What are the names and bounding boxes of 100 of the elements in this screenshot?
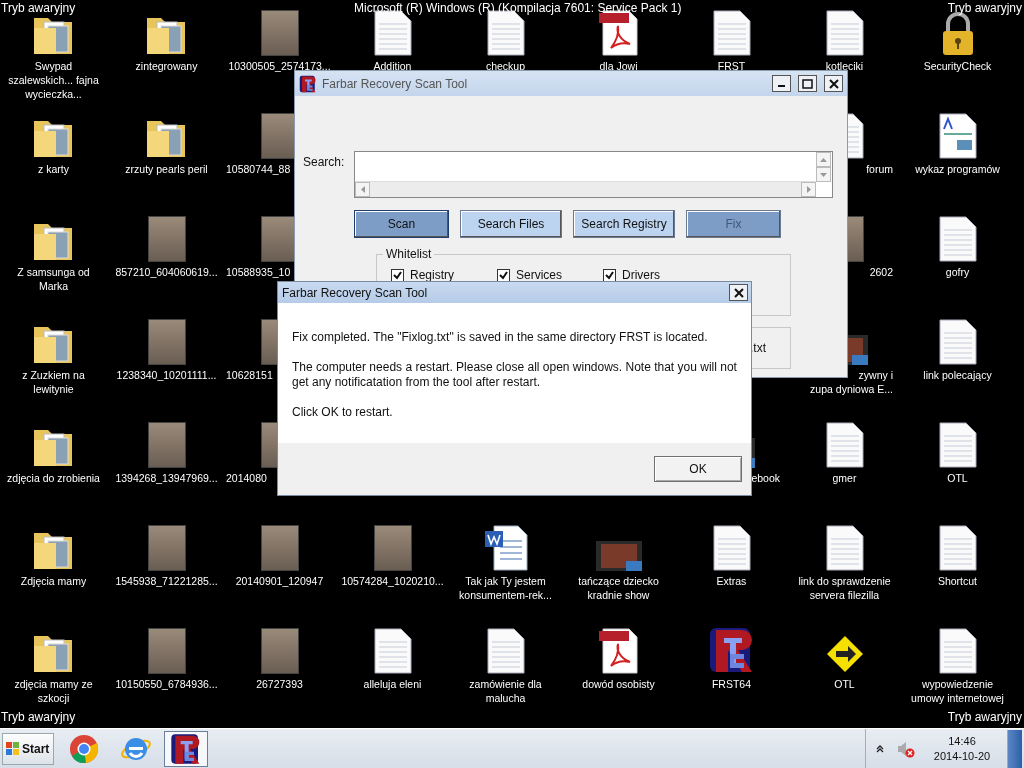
action-button[interactable]: Scan xyxy=(354,210,449,238)
icon-label: 2014080 xyxy=(226,471,267,485)
icon-label: zywny i zupa dyniowa E... xyxy=(810,368,893,396)
photo-placeholder[interactable] xyxy=(260,628,299,674)
text-file-icon[interactable] xyxy=(938,319,977,365)
icon-label: Shortcut xyxy=(936,574,979,588)
icon-label: alleluja eleni xyxy=(362,677,423,691)
action-button[interactable]: Search Files xyxy=(460,210,562,238)
icon-label: tańczące dziecko kradnie show xyxy=(577,574,660,602)
icon-label: z Zuzkiem na lewitynie xyxy=(21,368,86,396)
icon-label: zdjęcia do zrobienia xyxy=(6,471,101,485)
dialog-message: Fix completed. The "Fixlog.txt" is saved in the same directory FRST is located. xyxy=(292,330,709,345)
icon-label: dowód osobisty xyxy=(581,677,656,691)
word-document-icon[interactable] xyxy=(483,525,528,571)
icon-label: Z samsunga od Marka xyxy=(16,265,91,293)
document-icon[interactable] xyxy=(938,113,977,159)
icon-label: SecurityCheck xyxy=(922,59,993,73)
action-button[interactable]: Search Registry xyxy=(573,210,675,238)
video-thumbnail-icon[interactable] xyxy=(595,541,642,571)
icon-label: Tak jak Ty jestem konsumentem-rek... xyxy=(458,574,553,602)
icon-label: zintegrowany xyxy=(134,59,199,73)
icon-label: 10580744_88 xyxy=(226,162,291,176)
close-icon xyxy=(733,287,744,298)
safe-mode-label: Tryb awaryjny xyxy=(947,710,1022,724)
icon-label: 26727393 xyxy=(255,677,304,691)
search-field[interactable] xyxy=(354,151,833,198)
taskbar-app-button[interactable] xyxy=(164,730,208,767)
photo-placeholder[interactable] xyxy=(260,525,299,571)
icon-label: FRST xyxy=(716,59,747,73)
minimize-button[interactable] xyxy=(772,75,791,92)
icon-label: Swypad szalewskich... fajna wycieczka... xyxy=(7,59,100,101)
icon-label: kotleciki xyxy=(824,59,865,73)
dialog-title: Farbar Recovery Scan Tool xyxy=(282,285,429,300)
photo-placeholder[interactable] xyxy=(147,525,186,571)
start-button[interactable]: Start xyxy=(2,732,54,765)
text-file-icon[interactable] xyxy=(825,525,864,571)
icon-label: OTL xyxy=(946,471,969,485)
icon-label: 2602 xyxy=(869,265,893,279)
text-file-icon[interactable] xyxy=(486,628,525,674)
frst-logo-icon[interactable] xyxy=(170,732,202,765)
text-file-icon[interactable] xyxy=(938,216,977,262)
group-title: Whitelist xyxy=(383,247,435,261)
checkbox[interactable] xyxy=(391,268,404,282)
maximize-button[interactable] xyxy=(798,75,817,92)
icon-label: 1394268_13947969... xyxy=(115,471,218,485)
icon-label: checkup xyxy=(484,59,527,73)
text-file-icon[interactable] xyxy=(938,525,977,571)
close-button[interactable] xyxy=(824,75,843,92)
checkbox[interactable] xyxy=(497,268,510,282)
photo-placeholder[interactable] xyxy=(147,422,186,468)
icon-label: wykaz programów xyxy=(914,162,1001,176)
text-file-icon[interactable] xyxy=(373,628,412,674)
window-title: Farbar Recovery Scan Tool xyxy=(322,76,469,91)
scroll-right-icon[interactable] xyxy=(801,182,816,197)
icon-label: Zdjęcia mamy xyxy=(19,574,88,588)
scroll-up-icon[interactable] xyxy=(816,152,831,167)
pdf-file-icon[interactable] xyxy=(598,628,639,674)
muted-speaker-icon[interactable] xyxy=(896,739,916,758)
windows-logo-icon xyxy=(6,741,20,756)
clock-date: 2014-10-20 xyxy=(933,748,991,764)
search-label: Search: xyxy=(303,155,346,169)
ok-button[interactable]: OK xyxy=(654,456,742,482)
photo-placeholder[interactable] xyxy=(147,628,186,674)
clock[interactable]: 14:46 2014-10-20 xyxy=(920,733,1004,764)
icon-label: link polecający xyxy=(922,368,993,382)
icon-label: zdjęcia mamy ze szkocji xyxy=(13,677,94,705)
file-label: .txt xyxy=(750,341,766,355)
close-icon xyxy=(828,78,839,89)
icon-label: dla Jowi xyxy=(598,59,639,73)
icon-label: 10574284_1020210... xyxy=(341,574,444,588)
photo-placeholder[interactable] xyxy=(373,525,412,571)
frst-logo-icon[interactable] xyxy=(299,74,317,93)
photo-placeholder[interactable] xyxy=(147,216,186,262)
icon-label: 857210_604060619... xyxy=(115,265,218,279)
text-file-icon[interactable] xyxy=(712,525,751,571)
text-file-icon[interactable] xyxy=(938,628,977,674)
dialog-message: The computer needs a restart. Please close all open windows. Note that you will not get any notificatation from the tool after restart. xyxy=(292,360,737,390)
icon-label: link do sprawdzenie servera filezilla xyxy=(797,574,892,602)
icon-label: 1238340_10201111... xyxy=(115,368,218,382)
checkbox-label: Drivers xyxy=(622,268,660,282)
text-file-icon[interactable] xyxy=(825,10,864,56)
text-file-icon[interactable] xyxy=(938,422,977,468)
clock-time: 14:46 xyxy=(948,733,976,749)
icon-label: 10150550_6784936... xyxy=(115,677,218,691)
text-file-icon[interactable] xyxy=(825,422,864,468)
pdf-file-icon[interactable] xyxy=(598,10,639,56)
photo-placeholder[interactable] xyxy=(260,10,299,56)
checkbox-label: Registry xyxy=(410,268,454,282)
icon-label: Addition xyxy=(372,59,413,73)
scroll-down-icon[interactable] xyxy=(816,167,831,182)
icon-label: 10300505_2574173... xyxy=(228,59,331,73)
icon-label: gofry xyxy=(944,265,971,279)
close-button[interactable] xyxy=(729,284,748,301)
photo-placeholder[interactable] xyxy=(147,319,186,365)
checkbox[interactable] xyxy=(603,268,616,282)
scroll-left-icon[interactable] xyxy=(355,182,370,197)
icon-label: 1545938_71221285... xyxy=(115,574,218,588)
show-desktop-button[interactable] xyxy=(1007,729,1022,768)
text-file-icon[interactable] xyxy=(712,10,751,56)
icon-label: 10588935_10 xyxy=(226,265,291,279)
